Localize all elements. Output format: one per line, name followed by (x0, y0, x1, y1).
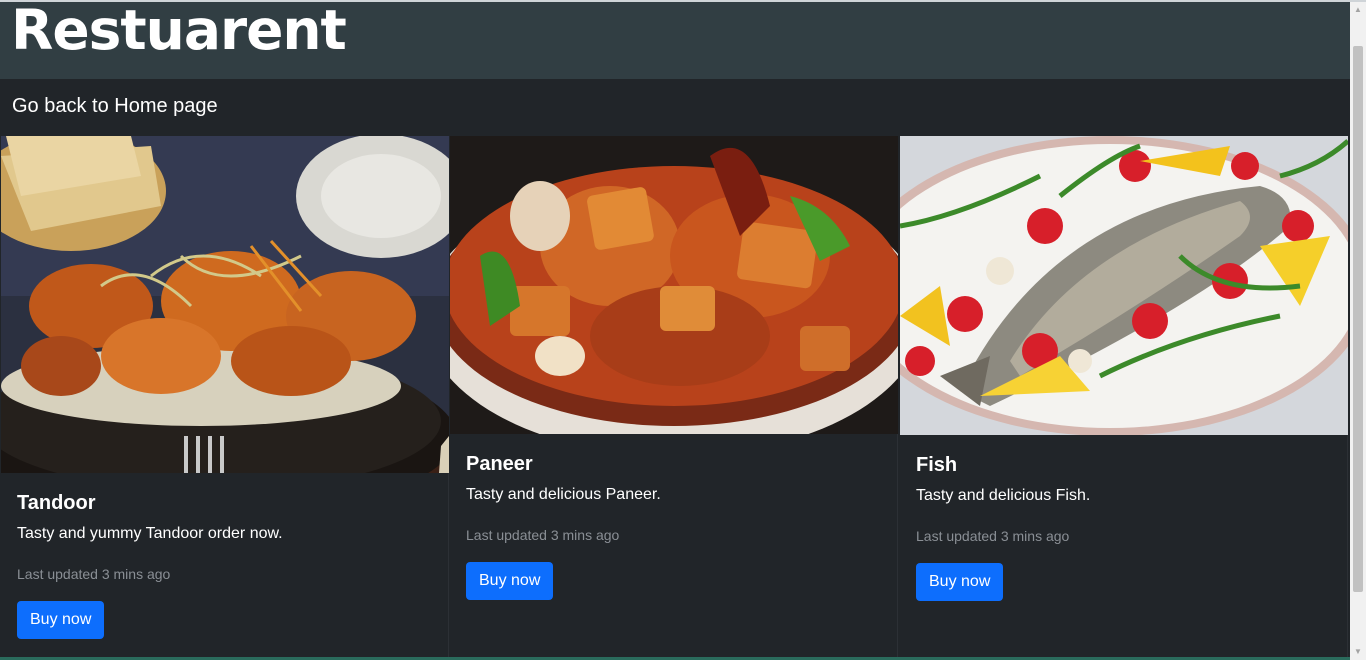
vertical-scrollbar[interactable]: ▲ ▼ (1350, 2, 1366, 660)
back-to-home-link[interactable]: Go back to Home page (12, 95, 218, 118)
card-title: Tandoor (17, 492, 96, 514)
card-title: Fish (916, 454, 958, 476)
buy-now-button[interactable]: Buy now (17, 601, 105, 639)
tandoor-image (1, 136, 449, 473)
scroll-down-arrow-icon[interactable]: ▼ (1350, 644, 1366, 660)
card-tandoor: Tandoor Tasty and yummy Tandoor order no… (1, 136, 449, 660)
card-last-updated: Last updated 3 mins ago (916, 528, 1070, 544)
card-text: Tasty and delicious Fish. (916, 487, 1091, 504)
page: Restuarent Go back to Home page Tandoor … (0, 0, 1366, 660)
card-title: Paneer (466, 453, 533, 475)
card-paneer: Paneer Tasty and delicious Paneer. Last … (450, 136, 898, 660)
scroll-up-arrow-icon[interactable]: ▲ (1350, 2, 1366, 18)
buy-now-button[interactable]: Buy now (466, 562, 554, 600)
card-text: Tasty and delicious Paneer. (466, 486, 661, 503)
paneer-image (450, 136, 898, 434)
card-fish: Fish Tasty and delicious Fish. Last upda… (900, 136, 1348, 660)
buy-now-button[interactable]: Buy now (916, 563, 1004, 601)
scroll-thumb[interactable] (1353, 46, 1363, 592)
card-last-updated: Last updated 3 mins ago (17, 566, 171, 582)
card-text: Tasty and yummy Tandoor order now. (17, 525, 283, 542)
site-header: Restuarent (0, 0, 1350, 79)
fish-image (900, 136, 1348, 435)
card-last-updated: Last updated 3 mins ago (466, 527, 620, 543)
site-title: Restuarent (11, 0, 347, 62)
